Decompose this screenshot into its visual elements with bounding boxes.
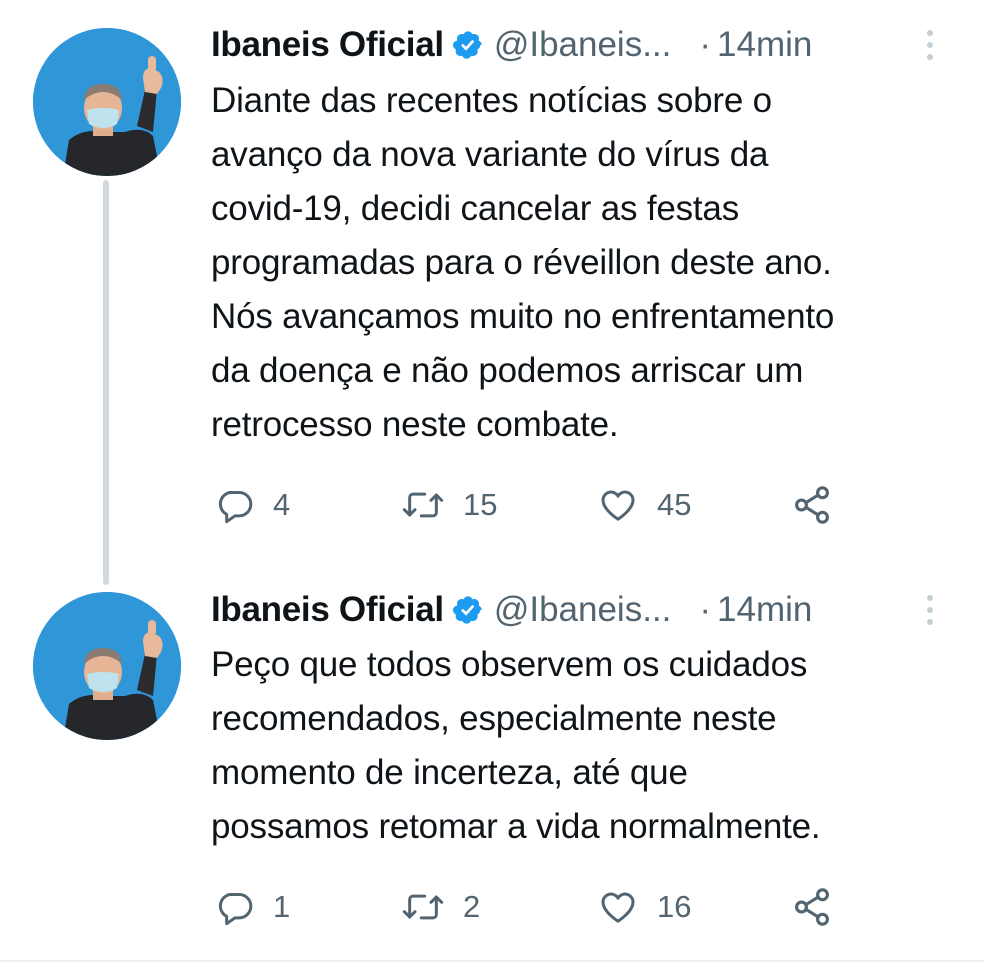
- like-button[interactable]: 16: [597, 882, 691, 932]
- tweet-header: Ibaneis Oficial @Ibaneis... · 14min: [211, 590, 812, 630]
- verified-badge-icon: [452, 594, 484, 626]
- tweet-text: Peço que todos observem os cuidados reco…: [211, 645, 821, 846]
- reply-count: 1: [273, 889, 291, 924]
- tweet-actions: 4 15 45: [211, 480, 911, 530]
- avatar[interactable]: [33, 28, 181, 176]
- tweet[interactable]: Ibaneis Oficial @Ibaneis... · 14min Dian…: [0, 0, 984, 585]
- author-name[interactable]: Ibaneis Oficial: [211, 25, 444, 65]
- tweet-timestamp[interactable]: 14min: [717, 25, 812, 65]
- avatar-photo: [33, 28, 181, 176]
- author-handle[interactable]: @Ibaneis...: [494, 25, 672, 65]
- tweet-timestamp[interactable]: 14min: [717, 590, 812, 630]
- reply-icon: [218, 491, 253, 524]
- share-button[interactable]: [791, 882, 833, 932]
- reply-button[interactable]: 1: [215, 882, 290, 932]
- tweet-text: Diante das recentes notícias sobre o ava…: [211, 81, 835, 444]
- thread-connector: [103, 180, 109, 585]
- verified-badge-icon: [452, 29, 484, 61]
- separator-dot: ·: [699, 25, 712, 64]
- share-icon: [795, 486, 829, 524]
- more-vertical-icon[interactable]: [923, 25, 937, 65]
- retweet-count: 15: [463, 487, 498, 522]
- heart-icon: [601, 892, 635, 923]
- tweet-actions: 1 2 16: [211, 882, 911, 932]
- retweet-count: 2: [463, 889, 481, 924]
- reply-icon: [218, 893, 253, 926]
- retweet-button[interactable]: 2: [401, 882, 480, 932]
- share-button[interactable]: [791, 480, 833, 530]
- like-count: 45: [657, 487, 692, 522]
- retweet-icon: [402, 894, 444, 920]
- avatar-photo: [33, 592, 181, 740]
- heart-icon: [601, 490, 635, 521]
- share-icon: [795, 888, 829, 926]
- author-handle[interactable]: @Ibaneis...: [494, 590, 672, 630]
- author-name[interactable]: Ibaneis Oficial: [211, 590, 444, 630]
- avatar[interactable]: [33, 592, 181, 740]
- reply-button[interactable]: 4: [215, 480, 290, 530]
- divider: [0, 960, 984, 962]
- like-button[interactable]: 45: [597, 480, 691, 530]
- tweet[interactable]: Ibaneis Oficial @Ibaneis... · 14min Peço…: [0, 580, 984, 972]
- tweet-header: Ibaneis Oficial @Ibaneis... · 14min: [211, 25, 812, 65]
- retweet-button[interactable]: 15: [401, 480, 497, 530]
- retweet-icon: [402, 492, 444, 518]
- separator-dot: ·: [699, 590, 712, 629]
- like-count: 16: [657, 889, 692, 924]
- more-vertical-icon[interactable]: [923, 590, 937, 630]
- reply-count: 4: [273, 487, 291, 522]
